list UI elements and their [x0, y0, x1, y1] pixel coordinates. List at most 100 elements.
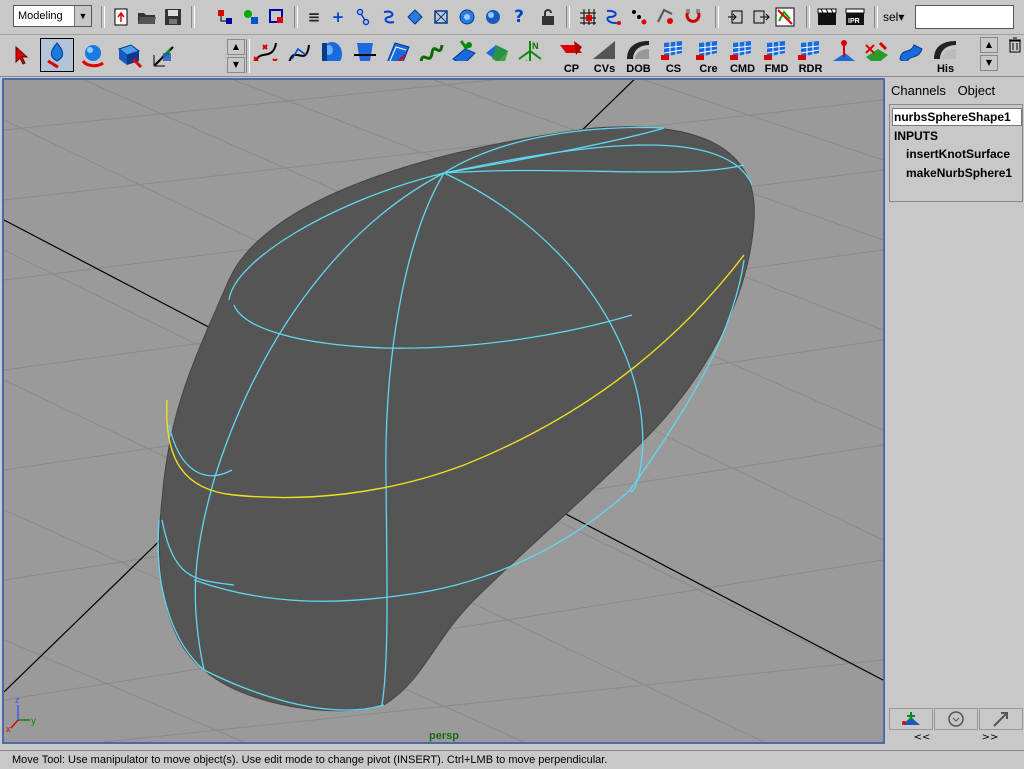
shelf-fmd-label: FMD: [764, 63, 789, 75]
snap-to-grid-icon[interactable]: [578, 7, 598, 27]
select-by-object-type-icon[interactable]: [241, 7, 261, 27]
input-node-item[interactable]: makeNurbSphere1: [906, 166, 1012, 180]
save-scene-icon[interactable]: [163, 7, 183, 27]
shelf-cs-button[interactable]: CS: [657, 37, 690, 75]
mode-menu-value: Modeling: [18, 10, 63, 22]
separator: [101, 6, 105, 28]
inputs-header: INPUTS: [894, 129, 939, 143]
shelf-smooth-icon[interactable]: [895, 37, 928, 75]
input-operation-icon[interactable]: [726, 7, 746, 27]
move-tool-icon[interactable]: [148, 38, 182, 72]
shelf-dob-button[interactable]: DOB: [622, 37, 655, 75]
scale-tool-icon[interactable]: [112, 38, 146, 72]
separator: [806, 6, 810, 28]
camera-label: persp: [429, 730, 459, 742]
select-curves-icon[interactable]: [379, 7, 399, 27]
shelf-extrude-icon[interactable]: [415, 37, 448, 75]
shelf-loft-icon[interactable]: [349, 37, 382, 75]
shelf-boundary-icon[interactable]: [481, 37, 514, 75]
create-layer-icon[interactable]: [889, 708, 933, 730]
next-button[interactable]: >>: [957, 732, 1023, 744]
select-dynamics-icon[interactable]: [457, 7, 477, 27]
separator: [566, 6, 570, 28]
svg-text:IPR: IPR: [848, 18, 860, 25]
viewport-scene[interactable]: z y x: [4, 80, 883, 742]
shelf-paint-effects-icon[interactable]: [861, 37, 894, 75]
svg-text:N: N: [532, 41, 539, 51]
select-surfaces-icon[interactable]: [405, 7, 425, 27]
select-tool-icon[interactable]: [4, 38, 38, 72]
channel-box-menu: Channels Object: [891, 83, 1003, 98]
prev-button[interactable]: <<: [889, 732, 955, 744]
selection-mask-icon[interactable]: ≡: [304, 7, 324, 27]
svg-text:N: N: [525, 59, 532, 61]
shelf-sculpt-icon[interactable]: [828, 37, 861, 75]
layer-options-icon[interactable]: [934, 708, 978, 730]
select-by-component-type-icon[interactable]: [267, 7, 287, 27]
shelf-cp-label: CP: [563, 63, 580, 75]
shelf-tab-menu-icon[interactable]: ▼: [227, 57, 245, 73]
select-rendering-icon[interactable]: [483, 7, 503, 27]
shelf-cv-curve-icon[interactable]: [250, 37, 283, 75]
select-joints-icon[interactable]: [353, 7, 373, 27]
open-scene-icon[interactable]: [137, 7, 157, 27]
select-by-hierarchy-icon[interactable]: [215, 7, 235, 27]
render-current-frame-icon[interactable]: [817, 7, 837, 27]
axis-z-label: z: [15, 695, 20, 705]
quick-selection-field[interactable]: [915, 5, 1014, 29]
object-menu[interactable]: Object: [958, 83, 996, 98]
channels-menu[interactable]: Channels: [891, 83, 946, 98]
select-handles-icon[interactable]: +: [328, 7, 348, 27]
make-live-icon[interactable]: [683, 7, 703, 27]
rotate-tool-icon[interactable]: [76, 38, 110, 72]
separator: [294, 6, 298, 28]
select-misc-icon[interactable]: ?: [509, 7, 529, 27]
input-node-item[interactable]: insertKnotSurface: [906, 147, 1010, 161]
snap-to-view-plane-icon[interactable]: [655, 7, 675, 27]
output-operation-icon[interactable]: [751, 7, 771, 27]
construction-history-icon[interactable]: [775, 7, 795, 27]
shelf-cre-label: Cre: [699, 63, 718, 75]
shelf-planar-icon[interactable]: [382, 37, 415, 75]
shelf-his-label: His: [936, 63, 955, 75]
separator: [191, 6, 195, 28]
chevron-down-icon[interactable]: ▼: [74, 6, 91, 26]
perspective-viewport[interactable]: z y x persp: [2, 78, 885, 744]
layer-arrow-icon[interactable]: [979, 708, 1023, 730]
separator: [715, 6, 719, 28]
separator: [874, 6, 878, 28]
lasso-tool-icon[interactable]: [40, 38, 74, 72]
shelf-cmd-label: CMD: [729, 63, 756, 75]
quick-selection-menu[interactable]: sel▾: [883, 10, 904, 24]
shelf-cvs-button[interactable]: CVs: [588, 37, 621, 75]
shelf-his-button[interactable]: His: [929, 37, 962, 75]
shelf-cmd-button[interactable]: CMD: [726, 37, 759, 75]
shelf-birail-icon[interactable]: [448, 37, 481, 75]
lock-selection-icon[interactable]: [538, 7, 558, 27]
shelf-fmd-button[interactable]: FMD: [760, 37, 793, 75]
shelf-ep-curve-icon[interactable]: [283, 37, 316, 75]
shelf-cre-button[interactable]: Cre: [692, 37, 725, 75]
shelf-rdr-button[interactable]: RDR: [794, 37, 827, 75]
shelf-cp-button[interactable]: CP: [555, 37, 588, 75]
channel-box: Channels Object nurbsSphereShape1 INPUTS…: [888, 78, 1024, 744]
status-line-toolbar: Modeling ▼ ≡ + ? IPR sel▾: [0, 0, 1024, 35]
axis-y-label: y: [31, 716, 36, 727]
tool-and-shelf-bar: ▲ ▼ NN CP CVs DOB CS Cre: [0, 35, 1024, 77]
shelf-square-icon[interactable]: NN: [514, 37, 547, 75]
mode-menu-selector[interactable]: Modeling ▼: [13, 5, 92, 27]
snap-to-curve-icon[interactable]: [603, 7, 623, 27]
channel-box-panel: nurbsSphereShape1 INPUTS insertKnotSurfa…: [889, 104, 1023, 202]
ipr-render-icon[interactable]: IPR: [845, 7, 865, 27]
select-deformations-icon[interactable]: [431, 7, 451, 27]
trash-icon[interactable]: [1005, 35, 1024, 55]
snap-to-point-icon[interactable]: [629, 7, 649, 27]
shelf-cs-label: CS: [665, 63, 682, 75]
shelf-revolve-icon[interactable]: [316, 37, 349, 75]
new-scene-icon[interactable]: [111, 7, 131, 27]
shelf-scroll-up-icon[interactable]: ▲: [980, 37, 998, 53]
shelf-tab-up-icon[interactable]: ▲: [227, 39, 245, 55]
shelf-dob-label: DOB: [626, 63, 651, 75]
shelf-scroll-down-icon[interactable]: ▼: [980, 55, 998, 71]
object-name-field[interactable]: nurbsSphereShape1: [892, 108, 1022, 126]
